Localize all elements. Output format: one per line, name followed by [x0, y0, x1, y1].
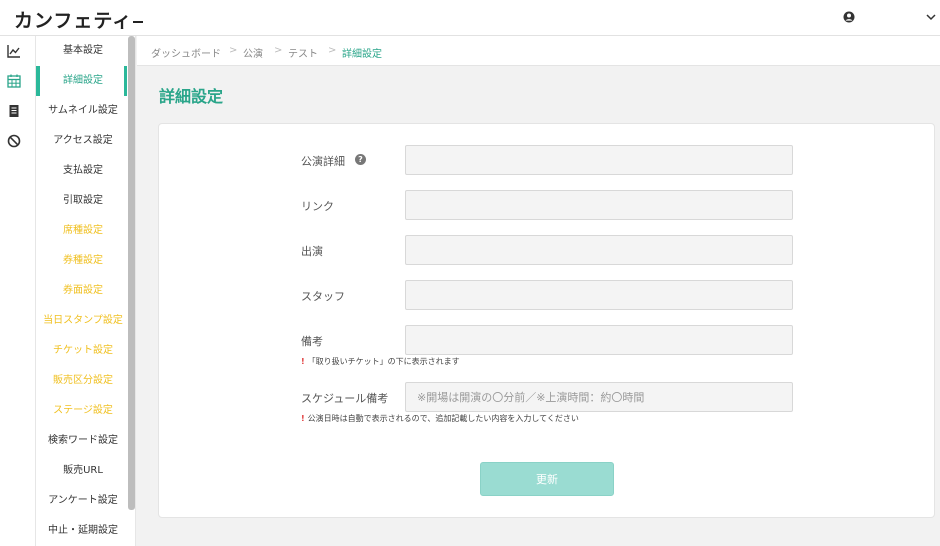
submenu-item-seat-type[interactable]: 席種設定	[36, 216, 130, 246]
schedule-remarks-label: スケジュール備考	[301, 392, 389, 405]
submenu-item-payment[interactable]: 支払設定	[36, 156, 130, 186]
top-bar: カンフェティ	[0, 0, 940, 36]
submenu-item-sales-category[interactable]: 販売区分設定	[36, 366, 130, 396]
chart-line-icon[interactable]	[7, 44, 21, 58]
warning-mark-icon: !	[301, 414, 305, 423]
submenu-item-thumbnail[interactable]: サムネイル設定	[36, 96, 130, 126]
question-help-icon[interactable]: ?	[355, 154, 366, 165]
staff-input[interactable]	[405, 280, 793, 310]
schedule-remarks-input[interactable]	[405, 382, 793, 412]
breadcrumb-separator: >	[229, 45, 238, 56]
link-input[interactable]	[405, 190, 793, 220]
breadcrumb-dashboard[interactable]: ダッシュボード	[151, 45, 221, 60]
settings-submenu: 基本設定 詳細設定 サムネイル設定 アクセス設定 支払設定 引取設定 席種設定 …	[36, 36, 136, 546]
submenu-item-pickup[interactable]: 引取設定	[36, 186, 130, 216]
page-title: 詳細設定	[159, 87, 224, 106]
breadcrumb-separator: >	[328, 45, 337, 56]
remarks-input[interactable]	[405, 325, 793, 355]
breadcrumb-performance[interactable]: 公演	[243, 45, 263, 60]
breadcrumb-test[interactable]: テスト	[288, 45, 318, 60]
submenu-scrollbar[interactable]	[128, 36, 135, 510]
submenu-item-ticket-type[interactable]: 券種設定	[36, 246, 130, 276]
remarks-note: ! 「取り扱いチケット」の下に表示されます	[301, 357, 460, 366]
submenu-item-basic[interactable]: 基本設定	[36, 36, 130, 66]
cast-input[interactable]	[405, 235, 793, 265]
submenu-item-ticket[interactable]: チケット設定	[36, 336, 130, 366]
submenu-item-sales-url[interactable]: 販売URL	[36, 456, 130, 486]
submenu-item-access[interactable]: アクセス設定	[36, 126, 130, 156]
link-label: リンク	[301, 200, 334, 213]
submenu-item-day-stamp[interactable]: 当日スタンプ設定	[36, 306, 130, 336]
calendar-icon[interactable]	[7, 74, 21, 88]
performance-detail-label: 公演詳細	[301, 155, 345, 168]
icon-rail	[0, 36, 36, 546]
submenu-item-survey[interactable]: アンケート設定	[36, 486, 130, 516]
submenu-item-stage[interactable]: ステージ設定	[36, 396, 130, 426]
document-icon[interactable]	[7, 104, 21, 118]
submenu-item-cancel-postpone[interactable]: 中止・延期設定	[36, 516, 130, 546]
update-button[interactable]: 更新	[480, 462, 614, 496]
app-logo[interactable]: カンフェティ	[14, 6, 144, 33]
submenu-item-search-word[interactable]: 検索ワード設定	[36, 426, 130, 456]
remarks-label: 備考	[301, 335, 323, 348]
performance-detail-input[interactable]	[405, 145, 793, 175]
submenu-item-ticket-face[interactable]: 券面設定	[36, 276, 130, 306]
breadcrumb-current: 詳細設定	[342, 49, 382, 60]
ban-icon[interactable]	[7, 134, 21, 148]
chevron-down-icon[interactable]	[925, 11, 937, 23]
warning-mark-icon: !	[301, 357, 305, 366]
submenu-item-detail[interactable]: 詳細設定	[36, 66, 130, 96]
staff-label: スタッフ	[301, 290, 345, 303]
detail-settings-form: 公演詳細 ? リンク 出演 スタッフ 備考 ! 「取り扱いチケット」の下に表示され…	[158, 123, 935, 518]
breadcrumb-separator: >	[274, 45, 283, 56]
cast-label: 出演	[301, 245, 323, 258]
user-circle-icon[interactable]	[843, 11, 855, 23]
breadcrumb: ダッシュボード > 公演 > テスト > 詳細設定	[137, 36, 940, 66]
schedule-remarks-note: ! 公演日時は自動で表示されるので、追加記載したい内容を入力してください	[301, 414, 579, 423]
